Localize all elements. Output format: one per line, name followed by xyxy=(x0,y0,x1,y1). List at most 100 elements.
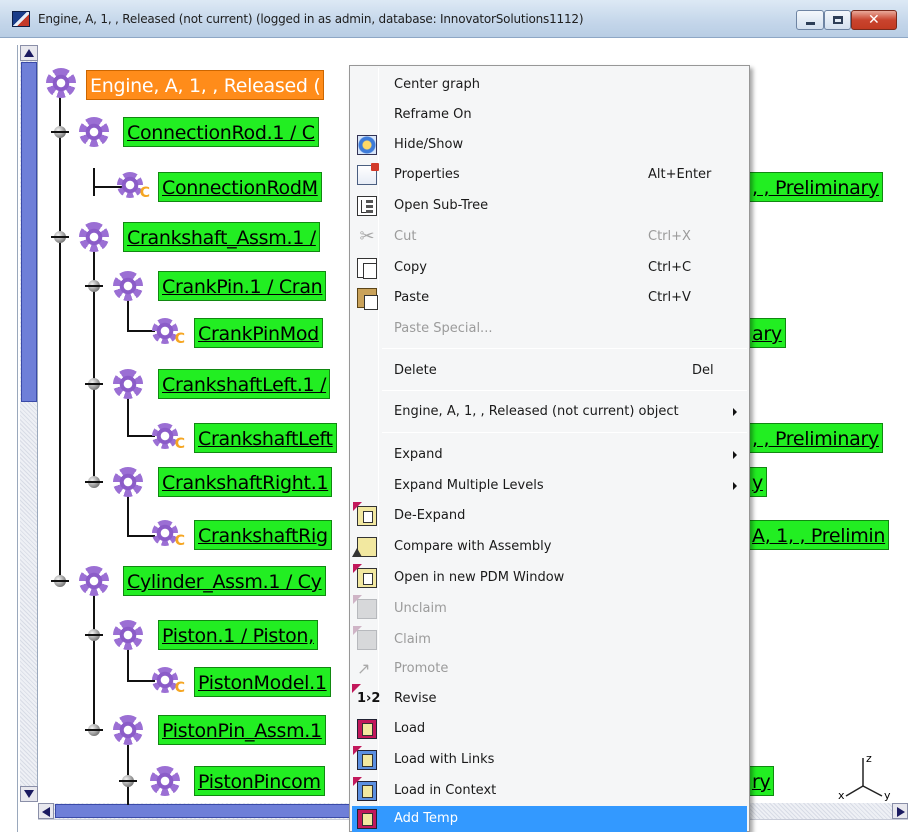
menu-item-paste-special[interactable]: Paste Special... xyxy=(352,314,747,344)
submenu-arrow-icon xyxy=(733,451,737,459)
collapse-toggle-icon[interactable] xyxy=(85,629,103,641)
collapse-toggle-icon[interactable] xyxy=(51,231,69,243)
tree-node-label[interactable]: CrankPinMod xyxy=(194,318,323,348)
hide-show-icon xyxy=(357,135,377,155)
tree-node-label[interactable]: PistonModel.1 xyxy=(194,667,331,697)
scroll-left-button[interactable] xyxy=(38,803,54,819)
menu-item-load-with-links[interactable]: Load with Links xyxy=(352,745,747,775)
menu-item-open-sub-tree[interactable]: Open Sub-Tree xyxy=(352,191,747,221)
tree-node-label[interactable]: CrankshaftRig xyxy=(194,520,332,550)
menu-item-label: Unclaim xyxy=(394,601,447,616)
horizontal-scroll-thumb[interactable] xyxy=(55,804,385,818)
menu-item-cut[interactable]: ✂ Cut Ctrl+X xyxy=(352,222,747,252)
component-marker: C xyxy=(174,331,185,347)
scroll-right-button[interactable] xyxy=(892,803,908,819)
revise-icon: 1›2 xyxy=(352,684,387,709)
tree-node-label-tail[interactable]: , , Preliminary xyxy=(750,423,883,453)
menu-item-label: Center graph xyxy=(394,77,480,92)
tree-node-label[interactable]: Engine, A, 1, , Released ( xyxy=(86,70,325,100)
collapse-toggle-icon[interactable] xyxy=(51,575,69,587)
arrow-left-icon xyxy=(42,807,50,817)
menu-item-load-in-context[interactable]: Load in Context xyxy=(352,776,747,806)
window-title-bar[interactable]: Engine, A, 1, , Released (not current) (… xyxy=(0,0,908,38)
tree-node-label[interactable]: ConnectionRod.1 / C xyxy=(123,117,319,147)
collapse-toggle-icon[interactable] xyxy=(119,775,137,787)
menu-item-add-temp[interactable]: Add Temp xyxy=(352,806,747,832)
scroll-up-button[interactable] xyxy=(20,45,38,61)
part-gear-icon xyxy=(113,369,143,399)
scroll-down-button[interactable] xyxy=(20,786,38,802)
menu-item-label: Claim xyxy=(394,632,431,647)
menu-item-claim[interactable]: Claim xyxy=(352,625,747,655)
app-icon xyxy=(12,11,30,27)
menu-item-compare-with-assembly[interactable]: Compare with Assembly xyxy=(352,532,747,562)
context-menu[interactable]: Center graph Reframe On Hide/Show Proper… xyxy=(349,65,750,832)
tree-node-label[interactable]: Crankshaft_Assm.1 / xyxy=(123,222,320,252)
menu-item-copy[interactable]: Copy Ctrl+C xyxy=(352,253,747,283)
tree-node-label-tail[interactable]: ry xyxy=(750,766,775,796)
menu-item-shortcut: Ctrl+V xyxy=(648,290,691,305)
menu-item-expand[interactable]: Expand xyxy=(352,440,747,470)
tree-node-label[interactable]: CrankshaftLeft xyxy=(194,423,337,453)
submenu-arrow-icon xyxy=(733,482,737,490)
tree-node-label[interactable]: Cylinder_Assm.1 / Cy xyxy=(123,566,326,596)
tree-node-label-tail[interactable]: ary xyxy=(750,318,786,348)
menu-item-promote[interactable]: ↗ Promote xyxy=(352,654,747,684)
menu-item-unclaim[interactable]: Unclaim xyxy=(352,594,747,624)
tree-node-label[interactable]: CrankshaftLeft.1 / xyxy=(158,369,331,399)
menu-item-center-graph[interactable]: Center graph xyxy=(352,70,747,100)
tree-node-label-tail[interactable]: , , Preliminary xyxy=(750,172,883,202)
collapse-toggle-icon[interactable] xyxy=(85,476,103,488)
close-button[interactable]: ✕ xyxy=(851,10,897,30)
menu-item-properties[interactable]: Properties Alt+Enter xyxy=(352,160,747,190)
component-marker: C xyxy=(139,185,150,201)
part-gear-icon xyxy=(113,620,143,650)
menu-item-open-new-pdm-window[interactable]: Open in new PDM Window xyxy=(352,563,747,593)
tree-node-label[interactable]: CrankshaftRight.1 xyxy=(158,467,333,497)
menu-item-delete[interactable]: Delete Del xyxy=(352,356,747,386)
menu-item-de-expand[interactable]: De-Expand xyxy=(352,501,747,531)
collapse-toggle-icon[interactable] xyxy=(51,126,69,138)
tree-node-label[interactable]: PistonPincom xyxy=(194,766,325,796)
axis-y-label: y xyxy=(884,789,891,802)
collapse-toggle-icon[interactable] xyxy=(85,378,103,390)
menu-item-label: Open Sub-Tree xyxy=(394,198,489,213)
claim-icon xyxy=(353,626,377,650)
menu-item-shortcut: Alt+Enter xyxy=(648,167,712,182)
collapse-toggle-icon[interactable] xyxy=(85,724,103,736)
menu-item-load[interactable]: Load xyxy=(352,714,747,744)
part-gear-icon xyxy=(79,117,109,147)
menu-item-paste[interactable]: Paste Ctrl+V xyxy=(352,283,747,313)
tree-node-label-tail[interactable]: A, 1, , Prelimin xyxy=(750,520,890,550)
menu-separator xyxy=(382,348,747,349)
tree-node-label[interactable]: Piston.1 / Piston, xyxy=(158,620,318,650)
menu-item-hide-show[interactable]: Hide/Show xyxy=(352,130,747,160)
de-expand-icon xyxy=(353,502,377,526)
tree-node-label[interactable]: PistonPin_Assm.1 xyxy=(158,715,326,745)
menu-item-label: Paste Special... xyxy=(394,321,493,336)
part-gear-icon xyxy=(113,467,143,497)
menu-item-expand-multiple-levels[interactable]: Expand Multiple Levels xyxy=(352,471,747,501)
tree-node-label[interactable]: ConnectionRodM xyxy=(158,172,322,202)
menu-item-label: Expand xyxy=(394,447,443,462)
menu-item-object-submenu[interactable]: Engine, A, 1, , Released (not current) o… xyxy=(352,397,747,427)
tree-node-label-tail[interactable]: y xyxy=(750,467,767,497)
minimize-button[interactable] xyxy=(796,10,824,30)
minimize-icon xyxy=(806,22,815,25)
vertical-scroll-thumb[interactable] xyxy=(21,62,37,402)
menu-item-label: Load xyxy=(394,721,426,736)
maximize-button[interactable] xyxy=(824,10,851,30)
part-gear-icon xyxy=(150,766,180,796)
menu-item-revise[interactable]: 1›2 Revise xyxy=(352,684,747,714)
menu-item-label: Promote xyxy=(394,661,449,676)
tree-node-label[interactable]: CrankPin.1 / Cran xyxy=(158,271,327,301)
vertical-scrollbar[interactable] xyxy=(20,45,38,802)
promote-icon: ↗ xyxy=(357,659,371,678)
compare-icon xyxy=(352,537,377,557)
paste-icon xyxy=(357,288,378,310)
menu-item-shortcut: Ctrl+X xyxy=(648,229,691,244)
menu-item-reframe-on[interactable]: Reframe On xyxy=(352,100,747,130)
collapse-toggle-icon[interactable] xyxy=(85,280,103,292)
part-gear-icon xyxy=(113,271,143,301)
menu-item-label: Reframe On xyxy=(394,107,472,122)
